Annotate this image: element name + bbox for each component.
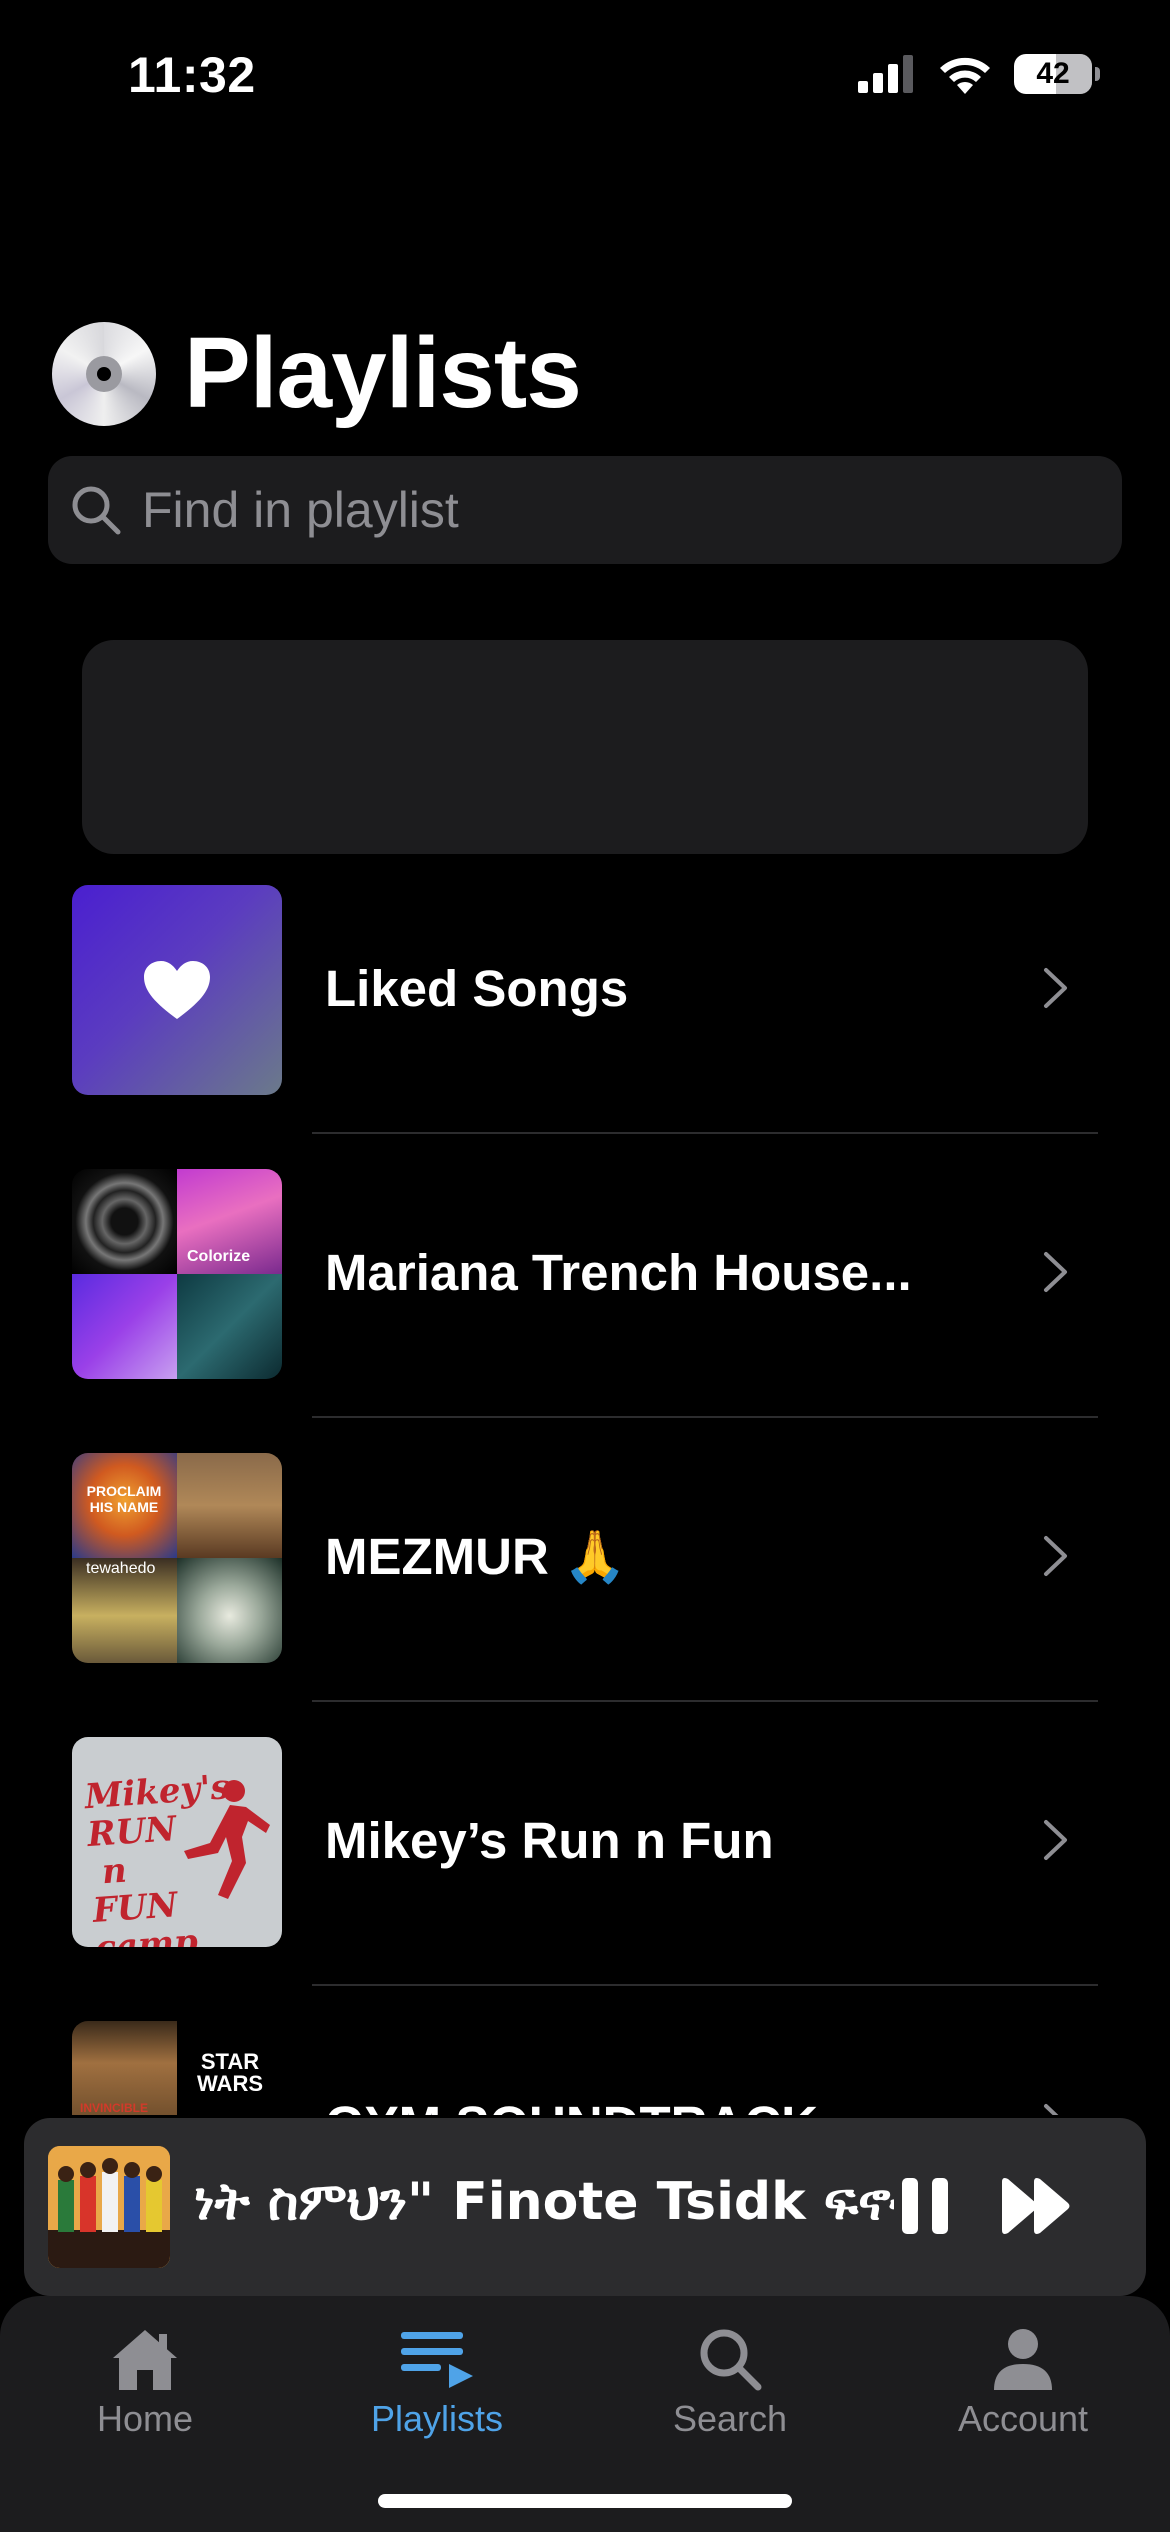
mini-player[interactable]: ነት ስምህን" Finote Tsidk ፍኖተ ጽድቅ — [24, 2118, 1146, 2296]
playlists-icon — [401, 2332, 473, 2388]
divider — [312, 1984, 1098, 1986]
home-indicator — [378, 2494, 792, 2508]
playlist-item-mezmur[interactable]: PROCLAIM HIS NAME tewahedo MEZMUR 🙏 — [0, 1453, 1170, 1737]
playlist-name: Mariana Trench House... — [325, 1244, 912, 1301]
battery-level: 42 — [1036, 57, 1070, 90]
account-icon — [994, 2329, 1052, 2390]
playlist-item-mariana-trench[interactable]: Colorize Mariana Trench House... — [0, 1169, 1170, 1453]
heart-icon — [144, 961, 210, 1019]
tab-label: Home — [96, 2398, 194, 2439]
tab-label: Search — [672, 2398, 788, 2439]
runner-icon — [184, 1780, 270, 1899]
playlist-name: Liked Songs — [325, 960, 629, 1017]
now-playing-title: ነት ስምህን" Finote Tsidk ፍኖተ ጽድቅ — [194, 2172, 894, 2232]
tab-home[interactable]: Home — [15, 2326, 275, 2440]
chevron-right-icon — [1044, 1252, 1067, 1292]
playlist-thumbnail: Colorize — [72, 1169, 282, 1379]
playlist-thumbnail — [72, 885, 282, 1095]
playlist-thumbnail: INVINCIBLE STAR WARS — [72, 2021, 282, 2115]
playlist-thumbnail: Mikey's RUN n FUN camp — [72, 1737, 282, 1947]
chevron-right-icon — [1044, 2104, 1059, 2115]
home-icon — [113, 2330, 177, 2390]
playlist-list: Liked Songs Colorize Mariana Trench Hous… — [0, 0, 1170, 2115]
playlist-item-liked-songs[interactable]: Liked Songs — [0, 885, 1170, 1169]
playlist-name: MEZMUR 🙏 — [325, 1528, 627, 1585]
playlist-thumbnail: PROCLAIM HIS NAME tewahedo — [72, 1453, 282, 1663]
tab-label: Playlists — [370, 2398, 504, 2439]
tab-search[interactable]: Search — [600, 2326, 860, 2440]
now-playing-title-container: ነት ስምህን" Finote Tsidk ፍኖተ ጽድቅ — [194, 2172, 894, 2233]
divider — [312, 1700, 1098, 1702]
search-icon — [700, 2329, 762, 2391]
tab-playlists[interactable]: Playlists — [307, 2326, 567, 2440]
playlist-name: GYM SOUNDTRACK — [325, 2095, 818, 2115]
playlist-item-mikeys-run-n-fun[interactable]: Mikey's RUN n FUN camp Mikey’s Run n Fun — [0, 1737, 1170, 2021]
divider — [312, 1132, 1098, 1134]
tab-account[interactable]: Account — [893, 2326, 1153, 2440]
album-art-text: tewahedo — [86, 1560, 156, 1577]
album-art-text: Colorize — [187, 1248, 251, 1265]
chevron-right-icon — [1044, 1820, 1067, 1860]
chevron-right-icon — [1044, 1536, 1067, 1576]
pause-icon[interactable] — [900, 2176, 952, 2236]
album-art-text: INVINCIBLE — [80, 2101, 149, 2115]
album-art-text: PROCLAIM HIS NAME — [86, 1483, 162, 1515]
album-art-text: STAR WARS — [197, 2049, 263, 2096]
divider — [312, 1416, 1098, 1418]
playlist-item-gym-soundtrack[interactable]: INVINCIBLE STAR WARS GYM SOUNDTRACK — [0, 2021, 1170, 2115]
now-playing-artwork — [48, 2146, 170, 2268]
skip-forward-icon[interactable] — [1000, 2176, 1072, 2236]
tab-label: Account — [957, 2398, 1089, 2439]
playlist-name: Mikey’s Run n Fun — [325, 1812, 774, 1869]
chevron-right-icon — [1044, 968, 1067, 1008]
